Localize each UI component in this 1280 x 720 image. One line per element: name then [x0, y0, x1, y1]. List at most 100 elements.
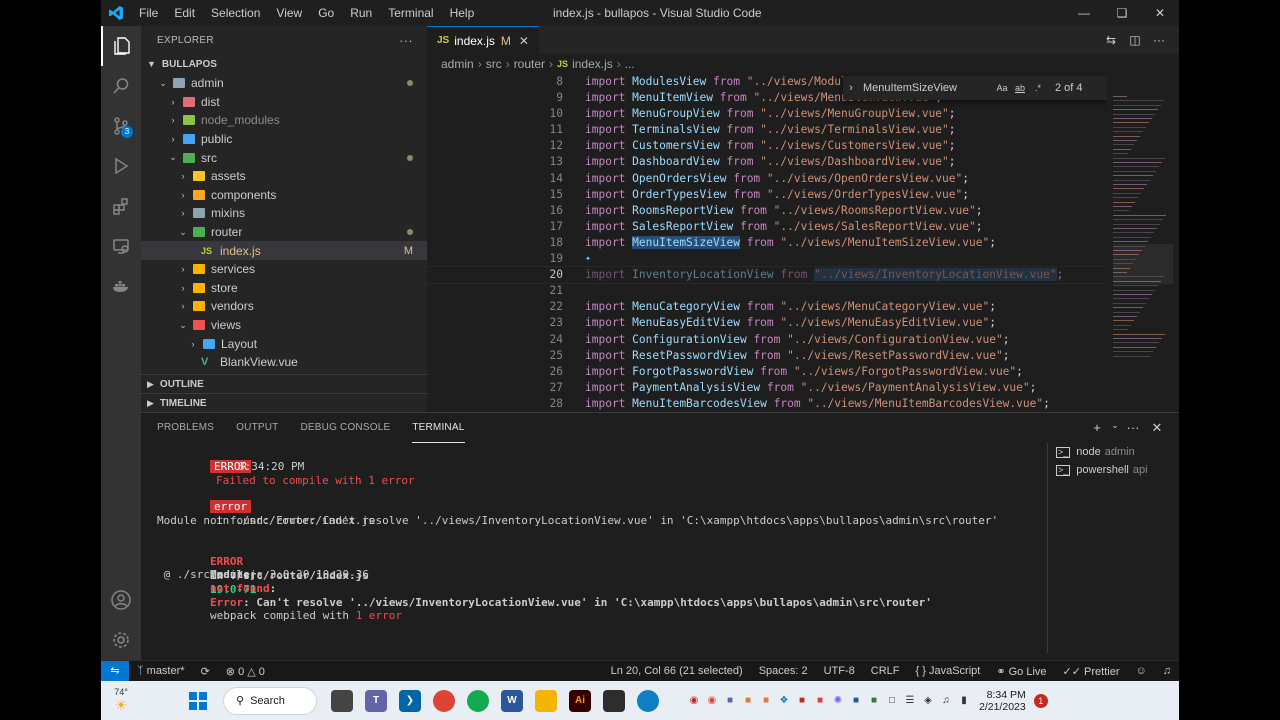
- battery-icon[interactable]: ▮: [955, 695, 973, 706]
- breadcrumb-item[interactable]: index.js: [572, 57, 613, 71]
- tray-app-icon[interactable]: □: [883, 695, 901, 706]
- task-view-icon[interactable]: [331, 689, 353, 712]
- breadcrumb-item[interactable]: ...: [625, 57, 635, 71]
- bluetooth-icon[interactable]: ❖: [775, 695, 793, 706]
- tray-app-icon[interactable]: ■: [793, 695, 811, 706]
- breadcrumb-item[interactable]: admin: [441, 57, 474, 71]
- tree-item-assets[interactable]: › assets: [141, 167, 427, 186]
- tree-item-dist[interactable]: › dist: [141, 93, 427, 112]
- match-case-icon[interactable]: Aa: [993, 83, 1011, 93]
- more-actions-icon[interactable]: ···: [1121, 420, 1145, 436]
- explorer-icon[interactable]: [101, 26, 141, 66]
- breadcrumb-item[interactable]: src: [486, 57, 502, 71]
- tray-app-icon[interactable]: ◉: [685, 695, 703, 706]
- outline-section[interactable]: ▶ OUTLINE: [141, 374, 427, 393]
- use-regex-icon[interactable]: .*: [1029, 83, 1047, 93]
- word-icon[interactable]: W: [501, 689, 523, 712]
- more-actions-icon[interactable]: ···: [399, 33, 413, 48]
- taskbar-search[interactable]: ⚲ Search: [223, 686, 317, 715]
- notification-badge[interactable]: 1: [1033, 693, 1048, 708]
- new-terminal-icon[interactable]: +: [1085, 420, 1109, 436]
- menu-item-go[interactable]: Go: [310, 0, 342, 26]
- wifi-icon[interactable]: ◈: [919, 695, 937, 706]
- tree-item-mixins[interactable]: › mixins: [141, 204, 427, 223]
- indentation[interactable]: Spaces: 2: [751, 665, 816, 678]
- find-input[interactable]: MenuItemSizeView: [863, 82, 993, 94]
- workspace-root[interactable]: ▼ BULLAPOS: [141, 54, 427, 74]
- tree-item-index-js[interactable]: JS index.js M: [141, 241, 427, 260]
- mongodb-compass-icon[interactable]: [467, 689, 489, 712]
- tab-problems[interactable]: PROBLEMS: [157, 413, 214, 443]
- menu-item-run[interactable]: Run: [342, 0, 380, 26]
- menu-item-file[interactable]: File: [131, 0, 166, 26]
- feedback-icon[interactable]: ☺: [1128, 665, 1155, 678]
- system-clock[interactable]: 8:34 PM 2/21/2023: [979, 689, 1026, 713]
- tree-item-blankview-vue[interactable]: V BlankView.vue: [141, 353, 427, 372]
- go-live-button[interactable]: ⚭ Go Live: [988, 665, 1054, 678]
- code-area[interactable]: 8 import ModulesView from "../views/Modul…: [427, 74, 1107, 412]
- network-icon[interactable]: ☰: [901, 695, 919, 706]
- docker-icon[interactable]: [101, 266, 141, 306]
- tree-item-admin[interactable]: ⌄ admin: [141, 74, 427, 93]
- illustrator-icon[interactable]: Ai: [569, 689, 591, 712]
- run-debug-icon[interactable]: [101, 146, 141, 186]
- davinci-icon[interactable]: [603, 689, 625, 712]
- branch-indicator[interactable]: ᛉ master*: [129, 665, 193, 677]
- breadcrumb-item[interactable]: router: [514, 57, 545, 71]
- vscode-taskbar-icon[interactable]: ❯: [399, 689, 421, 712]
- file-explorer-icon[interactable]: [535, 689, 557, 712]
- account-icon[interactable]: [101, 580, 141, 620]
- close-window-icon[interactable]: ✕: [1141, 0, 1179, 26]
- volume-icon[interactable]: ♫: [937, 695, 955, 706]
- tray-app-icon[interactable]: ✺: [829, 695, 847, 706]
- search-icon[interactable]: [101, 66, 141, 106]
- remote-icon[interactable]: ⇋: [101, 660, 129, 682]
- tree-item-store[interactable]: › store: [141, 279, 427, 298]
- tree-item-src[interactable]: ⌄ src: [141, 148, 427, 167]
- minimap[interactable]: [1107, 74, 1179, 412]
- match-whole-word-icon[interactable]: ab: [1011, 83, 1029, 93]
- cursor-position[interactable]: Ln 20, Col 66 (21 selected): [603, 665, 751, 678]
- source-control-icon[interactable]: 3: [101, 106, 141, 146]
- windows-start-icon[interactable]: [187, 690, 209, 712]
- line-ending[interactable]: CRLF: [863, 665, 908, 678]
- sync-icon[interactable]: ⟳: [193, 665, 218, 678]
- menu-item-edit[interactable]: Edit: [166, 0, 203, 26]
- more-actions-icon[interactable]: ···: [1147, 33, 1171, 47]
- weather-widget[interactable]: 74° ☀: [101, 687, 141, 714]
- tree-item-node-modules[interactable]: › node_modules: [141, 111, 427, 130]
- terminal-output[interactable]: ERROR Failed to compile with 1 error 8:3…: [157, 443, 1037, 653]
- prettier-button[interactable]: ✓✓ Prettier: [1055, 665, 1128, 678]
- minimize-icon[interactable]: —: [1065, 0, 1103, 26]
- menu-item-selection[interactable]: Selection: [203, 0, 268, 26]
- edge-icon[interactable]: [637, 689, 659, 712]
- settings-gear-icon[interactable]: [101, 620, 141, 660]
- notifications-bell-icon[interactable]: ♫: [1155, 665, 1179, 678]
- teams-chat-icon[interactable]: T: [365, 689, 387, 712]
- open-changes-icon[interactable]: ⇆: [1099, 33, 1123, 47]
- terminal-item-node[interactable]: >_ node admin: [1048, 443, 1179, 461]
- lightbulb-icon[interactable]: ✦: [585, 251, 591, 267]
- menu-item-terminal[interactable]: Terminal: [380, 0, 441, 26]
- encoding[interactable]: UTF-8: [816, 665, 863, 678]
- tree-item-layout[interactable]: › Layout: [141, 334, 427, 353]
- close-tab-icon[interactable]: ✕: [519, 34, 529, 48]
- chrome-icon[interactable]: [433, 689, 455, 712]
- timeline-section[interactable]: ▶ TIMELINE: [141, 393, 427, 412]
- tray-app-icon[interactable]: ■: [757, 695, 775, 706]
- terminal-item-powershell[interactable]: >_ powershell api: [1048, 461, 1179, 479]
- tree-item-views[interactable]: ⌄ views: [141, 316, 427, 335]
- tab-index-js[interactable]: JS index.js M ✕: [427, 26, 539, 54]
- remote-explorer-icon[interactable]: [101, 226, 141, 266]
- close-panel-icon[interactable]: ✕: [1145, 420, 1169, 436]
- tree-item-services[interactable]: › services: [141, 260, 427, 279]
- language-mode[interactable]: { } JavaScript: [908, 665, 989, 678]
- chevron-down-icon[interactable]: ⌄: [1109, 420, 1121, 436]
- tree-item-vendors[interactable]: › vendors: [141, 297, 427, 316]
- tab-terminal[interactable]: TERMINAL: [412, 413, 465, 443]
- tray-teams-icon[interactable]: ■: [721, 695, 739, 706]
- tray-app-icon[interactable]: ■: [811, 695, 829, 706]
- restore-icon[interactable]: ❏: [1103, 0, 1141, 26]
- tree-item-components[interactable]: › components: [141, 186, 427, 205]
- problems-indicator[interactable]: ⊗ 0 △ 0: [218, 665, 273, 678]
